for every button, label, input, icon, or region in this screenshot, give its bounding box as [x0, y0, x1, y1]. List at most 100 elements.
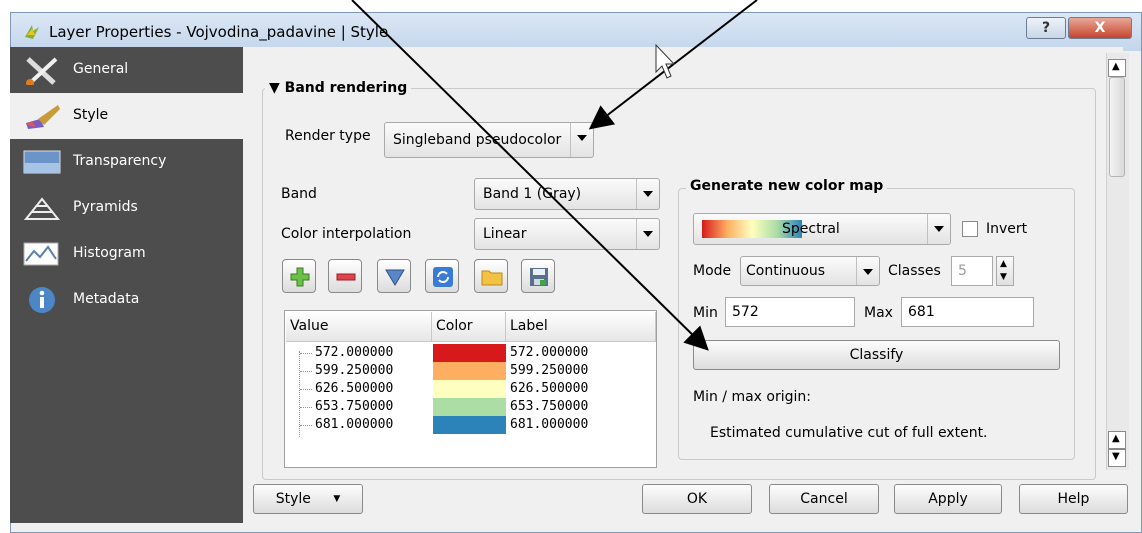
classify-button[interactable]: Classify [693, 340, 1060, 370]
band-combo[interactable]: Band 1 (Gray) [474, 178, 660, 210]
mode-combo[interactable]: Continuous [740, 256, 880, 286]
histogram-icon [23, 242, 59, 266]
title-bar: Layer Properties - Vojvodina_padavine | … [11, 13, 1141, 51]
info-icon [29, 287, 55, 313]
min-max-origin-value: Estimated cumulative cut of full extent. [710, 425, 988, 441]
max-field[interactable]: 681 [901, 297, 1034, 327]
color-interpolation-label: Color interpolation [281, 226, 412, 242]
row-value: 572.000000 [315, 345, 394, 360]
chevron-down-icon [927, 214, 950, 244]
collapse-triangle-icon: ▼ [269, 80, 280, 96]
sidebar-item-label: Pyramids [73, 199, 138, 215]
min-field[interactable]: 572 [725, 297, 855, 327]
sidebar-item-label: General [73, 61, 129, 77]
invert-label: Invert [986, 221, 1028, 237]
close-button[interactable]: X [1068, 17, 1132, 39]
band-label: Band [281, 186, 317, 202]
chevron-up-icon: ▲ [1112, 61, 1120, 72]
paintbrush-icon [26, 105, 60, 129]
row-label: 599.250000 [510, 363, 589, 378]
apply-button[interactable]: Apply [894, 484, 1002, 514]
row-color-swatch[interactable] [433, 416, 506, 434]
chevron-down-icon [570, 123, 593, 157]
qgis-logo-icon [25, 25, 39, 39]
sidebar-item-label: Style [73, 107, 109, 123]
add-entry-button[interactable] [282, 259, 316, 293]
chevron-up-icon: ▲ [1112, 433, 1120, 444]
mode-label: Mode [693, 263, 732, 279]
scroll-up-button[interactable]: ▲ [1108, 59, 1126, 77]
plus-icon [290, 267, 310, 287]
load-colormap-button[interactable] [474, 259, 508, 293]
render-type-label: Render type [285, 128, 371, 144]
sidebar-item-label: Transparency [73, 153, 167, 169]
chevron-down-icon: ▼ [1000, 272, 1007, 282]
scroll-thumb[interactable] [1109, 77, 1125, 177]
sidebar-item-transparency[interactable]: Transparency [10, 139, 243, 185]
cancel-button[interactable]: Cancel [769, 484, 879, 514]
invert-checkbox[interactable] [962, 221, 978, 237]
sidebar-item-label: Metadata [73, 291, 140, 307]
row-color-swatch[interactable] [433, 362, 506, 380]
refresh-icon [433, 267, 453, 287]
row-color-swatch[interactable] [433, 344, 506, 362]
ok-button[interactable]: OK [642, 484, 752, 514]
down-triangle-icon [385, 269, 405, 286]
sort-button[interactable] [377, 259, 411, 293]
render-type-combo[interactable]: Singleband pseudocolor [384, 122, 594, 158]
chevron-down-icon: ▼ [1112, 451, 1120, 462]
save-icon [530, 268, 548, 286]
column-header-color[interactable]: Color [432, 312, 506, 342]
color-map-table[interactable]: Value Color Label 572.000000 572.000000 … [284, 310, 657, 468]
band-rendering-header[interactable]: ▼ Band rendering [265, 80, 412, 96]
table-row[interactable]: 653.750000 653.750000 [285, 398, 656, 416]
chevron-down-icon [636, 219, 659, 249]
classes-label: Classes [888, 263, 941, 279]
max-label: Max [864, 305, 893, 321]
vertical-scrollbar[interactable]: ▲ ▲ ▼ [1106, 53, 1129, 470]
table-row[interactable]: 599.250000 599.250000 [285, 362, 656, 380]
classes-spinbox[interactable]: 5 [951, 256, 993, 286]
sidebar-item-pyramids[interactable]: Pyramids [10, 185, 243, 231]
sidebar: General Style Transparency Pyramids Hist… [10, 47, 243, 523]
scroll-down-button[interactable]: ▼ [1108, 449, 1126, 467]
table-row[interactable]: 572.000000 572.000000 [285, 344, 656, 362]
window-title: Layer Properties - Vojvodina_padavine | … [49, 23, 389, 41]
row-value: 681.000000 [315, 417, 394, 432]
sidebar-item-label: Histogram [73, 245, 146, 261]
color-ramp-combo[interactable]: Spectral [693, 213, 951, 245]
caret-down-icon: ▼ [333, 494, 341, 504]
style-menu-button[interactable]: Style ▼ [253, 484, 363, 514]
sidebar-item-histogram[interactable]: Histogram [10, 231, 243, 277]
sidebar-item-metadata[interactable]: Metadata [10, 277, 243, 323]
row-label: 626.500000 [510, 381, 589, 396]
color-map-group-title: Generate new color map [686, 178, 888, 194]
color-interpolation-combo[interactable]: Linear [474, 218, 660, 250]
help-button[interactable]: Help [1019, 484, 1128, 514]
pyramids-icon [23, 197, 61, 220]
help-title-button[interactable]: ? [1026, 17, 1066, 39]
row-color-swatch[interactable] [433, 398, 506, 416]
save-colormap-button[interactable] [521, 259, 555, 293]
row-color-swatch[interactable] [433, 380, 506, 398]
refresh-button[interactable] [425, 259, 459, 293]
row-label: 681.000000 [510, 417, 589, 432]
remove-entry-button[interactable] [328, 259, 362, 293]
min-label: Min [693, 305, 718, 321]
table-row[interactable]: 681.000000 681.000000 [285, 416, 656, 434]
chevron-up-icon: ▲ [1000, 259, 1007, 269]
chevron-down-icon [856, 257, 879, 285]
sidebar-item-style[interactable]: Style [10, 93, 243, 139]
row-value: 599.250000 [315, 363, 394, 378]
wrench-screwdriver-icon [26, 57, 58, 85]
column-header-value[interactable]: Value [286, 312, 432, 342]
table-row[interactable]: 626.500000 626.500000 [285, 380, 656, 398]
row-value: 626.500000 [315, 381, 394, 396]
min-max-origin-label: Min / max origin: [693, 389, 811, 405]
scroll-up-button-lower[interactable]: ▲ [1108, 431, 1126, 449]
column-header-label[interactable]: Label [506, 312, 656, 342]
chevron-down-icon [636, 179, 659, 209]
row-label: 653.750000 [510, 399, 589, 414]
sidebar-item-general[interactable]: General [10, 47, 243, 93]
classes-spin-arrows[interactable]: ▲ ▼ [996, 256, 1014, 286]
